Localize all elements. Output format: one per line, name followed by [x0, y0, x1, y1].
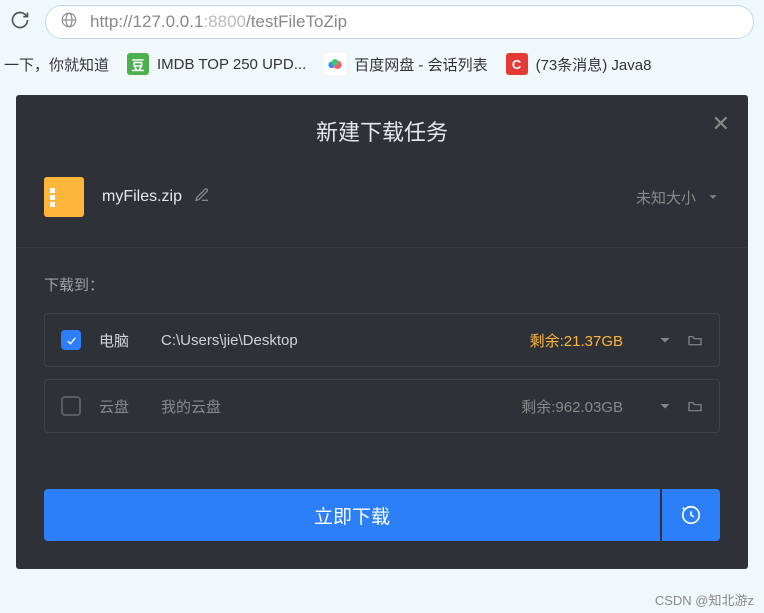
download-modal: ✕ 新建下载任务 myFiles.zip 未知大小 下载到： 电脑 C:\	[16, 95, 748, 569]
modal-title: 新建下载任务	[16, 115, 748, 147]
dest-cloud-row[interactable]: 云盘 我的云盘 剩余:962.03GB	[44, 379, 720, 433]
dest-computer-name: 电脑	[99, 330, 143, 351]
zip-file-icon	[44, 177, 84, 217]
dest-computer-remain: 剩余:21.37GB	[530, 330, 623, 351]
dest-cloud-name: 云盘	[99, 396, 143, 417]
dest-cloud-path: 我的云盘	[161, 396, 221, 417]
checkbox-computer[interactable]	[61, 330, 81, 350]
checkbox-cloud[interactable]	[61, 396, 81, 416]
close-icon[interactable]: ✕	[712, 111, 730, 137]
edit-icon[interactable]	[194, 187, 210, 208]
download-to-label: 下载到：	[44, 274, 720, 295]
file-row: myFiles.zip 未知大小	[16, 177, 748, 248]
dest-computer-row[interactable]: 电脑 C:\Users\jie\Desktop 剩余:21.37GB	[44, 313, 720, 367]
dest-cloud-remain: 剩余:962.03GB	[521, 396, 623, 417]
folder-icon[interactable]	[687, 398, 703, 414]
dest-computer-path: C:\Users\jie\Desktop	[161, 332, 298, 349]
download-button[interactable]: 立即下载	[44, 489, 660, 541]
file-name: myFiles.zip	[102, 188, 182, 206]
chevron-down-icon[interactable]	[657, 332, 673, 348]
folder-icon[interactable]	[687, 332, 703, 348]
download-later-button[interactable]	[662, 489, 720, 541]
chevron-down-icon[interactable]	[657, 398, 673, 414]
chevron-down-icon	[706, 190, 720, 204]
watermark: CSDN @知北游z	[655, 590, 754, 609]
file-size[interactable]: 未知大小	[636, 187, 720, 208]
